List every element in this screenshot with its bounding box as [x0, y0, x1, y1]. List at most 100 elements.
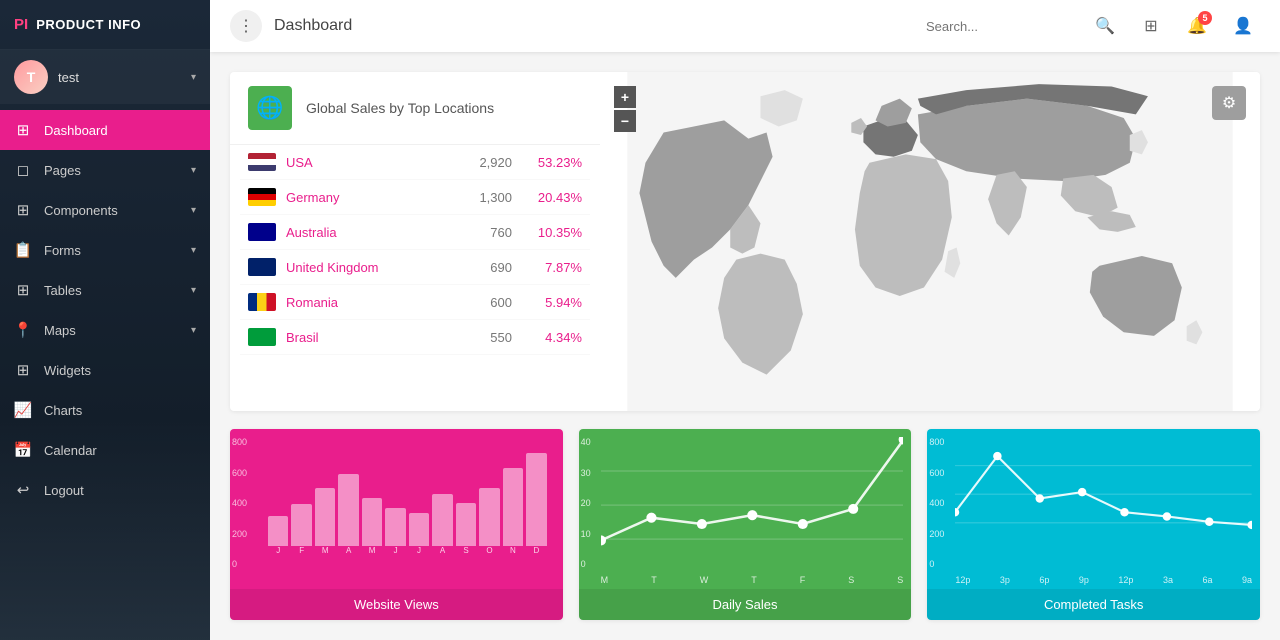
country-value: 690 — [452, 260, 512, 275]
country-pct: 5.94% — [522, 295, 582, 310]
country-name: Romania — [286, 295, 442, 310]
x-label: 9a — [1242, 575, 1252, 585]
notifications-button[interactable]: 🔔 5 — [1180, 9, 1214, 43]
sidebar-item-widgets[interactable]: ⊞ Widgets — [0, 350, 210, 390]
country-row: Australia76010.35% — [240, 215, 590, 250]
user-icon: 👤 — [1233, 16, 1253, 36]
country-value: 1,300 — [452, 190, 512, 205]
map-zoom-out-button[interactable]: − — [614, 110, 636, 132]
user-menu-button[interactable]: 👤 — [1226, 9, 1260, 43]
line-chart-svg — [601, 437, 904, 576]
country-value: 550 — [452, 330, 512, 345]
bar-label: J — [276, 546, 280, 555]
globe-icon: 🌐 — [248, 86, 292, 130]
tables-icon: ⊞ — [14, 281, 32, 299]
y-label: 400 — [232, 498, 247, 508]
bar — [503, 468, 523, 546]
sidebar-header: PI PRODUCT INFO — [0, 0, 210, 50]
country-row: Romania6005.94% — [240, 285, 590, 320]
y-label: 0 — [929, 559, 944, 569]
bar-label: O — [486, 546, 492, 555]
components-arrow-icon: ▾ — [191, 205, 196, 216]
y-label: 200 — [929, 529, 944, 539]
country-row: Brasil5504.34% — [240, 320, 590, 355]
y-label: 200 — [232, 529, 247, 539]
charts-icon: 📈 — [14, 401, 32, 419]
country-pct: 20.43% — [522, 190, 582, 205]
bar — [409, 513, 429, 546]
x-label: S — [848, 575, 854, 585]
settings-button[interactable]: ⚙ — [1212, 86, 1246, 120]
sidebar-nav: ⊞ Dashboard ◻ Pages ▾ ⊞ Components ▾ 📋 F… — [0, 104, 210, 640]
world-map-svg — [600, 72, 1260, 411]
sidebar: PI PRODUCT INFO T test ▾ ⊞ Dashboard ◻ P… — [0, 0, 210, 640]
sidebar-item-pages[interactable]: ◻ Pages ▾ — [0, 150, 210, 190]
bar — [362, 498, 382, 546]
bar — [526, 453, 546, 546]
sidebar-item-calendar[interactable]: 📅 Calendar — [0, 430, 210, 470]
search-input[interactable] — [926, 19, 1076, 34]
global-sales-header: 🌐 Global Sales by Top Locations — [230, 72, 600, 145]
components-icon: ⊞ — [14, 201, 32, 219]
x-label: S — [897, 575, 903, 585]
country-flag — [248, 153, 276, 171]
country-row: USA2,92053.23% — [240, 145, 590, 180]
sidebar-item-components[interactable]: ⊞ Components ▾ — [0, 190, 210, 230]
grid-view-button[interactable]: ⊞ — [1134, 9, 1168, 43]
bar — [432, 494, 452, 546]
country-pct: 53.23% — [522, 155, 582, 170]
bar — [315, 488, 335, 546]
bar — [385, 508, 405, 546]
y-label: 600 — [929, 468, 944, 478]
x-label: F — [800, 575, 806, 585]
bar-label: N — [510, 546, 516, 555]
sidebar-item-tables[interactable]: ⊞ Tables ▾ — [0, 270, 210, 310]
website-views-chart: 800 600 400 200 0 J F — [230, 429, 563, 589]
daily-sales-label: Daily Sales — [579, 589, 912, 620]
website-views-card: 800 600 400 200 0 J F — [230, 429, 563, 620]
sidebar-item-charts[interactable]: 📈 Charts — [0, 390, 210, 430]
page-title: Dashboard — [274, 17, 914, 35]
x-label: 12p — [1118, 575, 1133, 585]
global-sales-left: 🌐 Global Sales by Top Locations USA2,920… — [230, 72, 600, 411]
search-icon: 🔍 — [1095, 16, 1115, 36]
x-label: 9p — [1079, 575, 1089, 585]
country-value: 2,920 — [452, 155, 512, 170]
y-label: 20 — [581, 498, 591, 508]
daily-sales-chart: 40 30 20 10 0 — [579, 429, 912, 589]
map-controls: + − — [614, 86, 636, 132]
x-label: 12p — [955, 575, 970, 585]
country-value: 760 — [452, 225, 512, 240]
y-label: 40 — [581, 437, 591, 447]
user-profile[interactable]: T test ▾ — [0, 50, 210, 104]
grid-icon: ⊞ — [1144, 16, 1157, 36]
y-label: 30 — [581, 468, 591, 478]
user-arrow-icon: ▾ — [191, 72, 196, 83]
country-name: Australia — [286, 225, 442, 240]
menu-button[interactable]: ⋮ — [230, 10, 262, 42]
bar-label: S — [463, 546, 468, 555]
y-label: 800 — [232, 437, 247, 447]
pages-icon: ◻ — [14, 161, 32, 179]
bar-label: F — [299, 546, 304, 555]
sidebar-item-maps[interactable]: 📍 Maps ▾ — [0, 310, 210, 350]
sidebar-item-dashboard[interactable]: ⊞ Dashboard — [0, 110, 210, 150]
bar — [456, 503, 476, 546]
bar-label: J — [394, 546, 398, 555]
map-zoom-in-button[interactable]: + — [614, 86, 636, 108]
nav-label-calendar: Calendar — [44, 443, 196, 458]
global-sales-card: 🌐 Global Sales by Top Locations USA2,920… — [230, 72, 1260, 411]
y-label: 400 — [929, 498, 944, 508]
notification-badge: 5 — [1198, 11, 1212, 25]
country-flag — [248, 188, 276, 206]
global-sales-title: Global Sales by Top Locations — [306, 100, 494, 116]
country-name: United Kingdom — [286, 260, 442, 275]
website-views-label: Website Views — [230, 589, 563, 620]
pages-arrow-icon: ▾ — [191, 165, 196, 176]
bar — [291, 504, 311, 546]
country-table: USA2,92053.23%Germany1,30020.43%Australi… — [230, 145, 600, 355]
nav-label-forms: Forms — [44, 243, 179, 258]
search-button[interactable]: 🔍 — [1088, 9, 1122, 43]
sidebar-item-logout[interactable]: ↩ Logout — [0, 470, 210, 510]
sidebar-item-forms[interactable]: 📋 Forms ▾ — [0, 230, 210, 270]
